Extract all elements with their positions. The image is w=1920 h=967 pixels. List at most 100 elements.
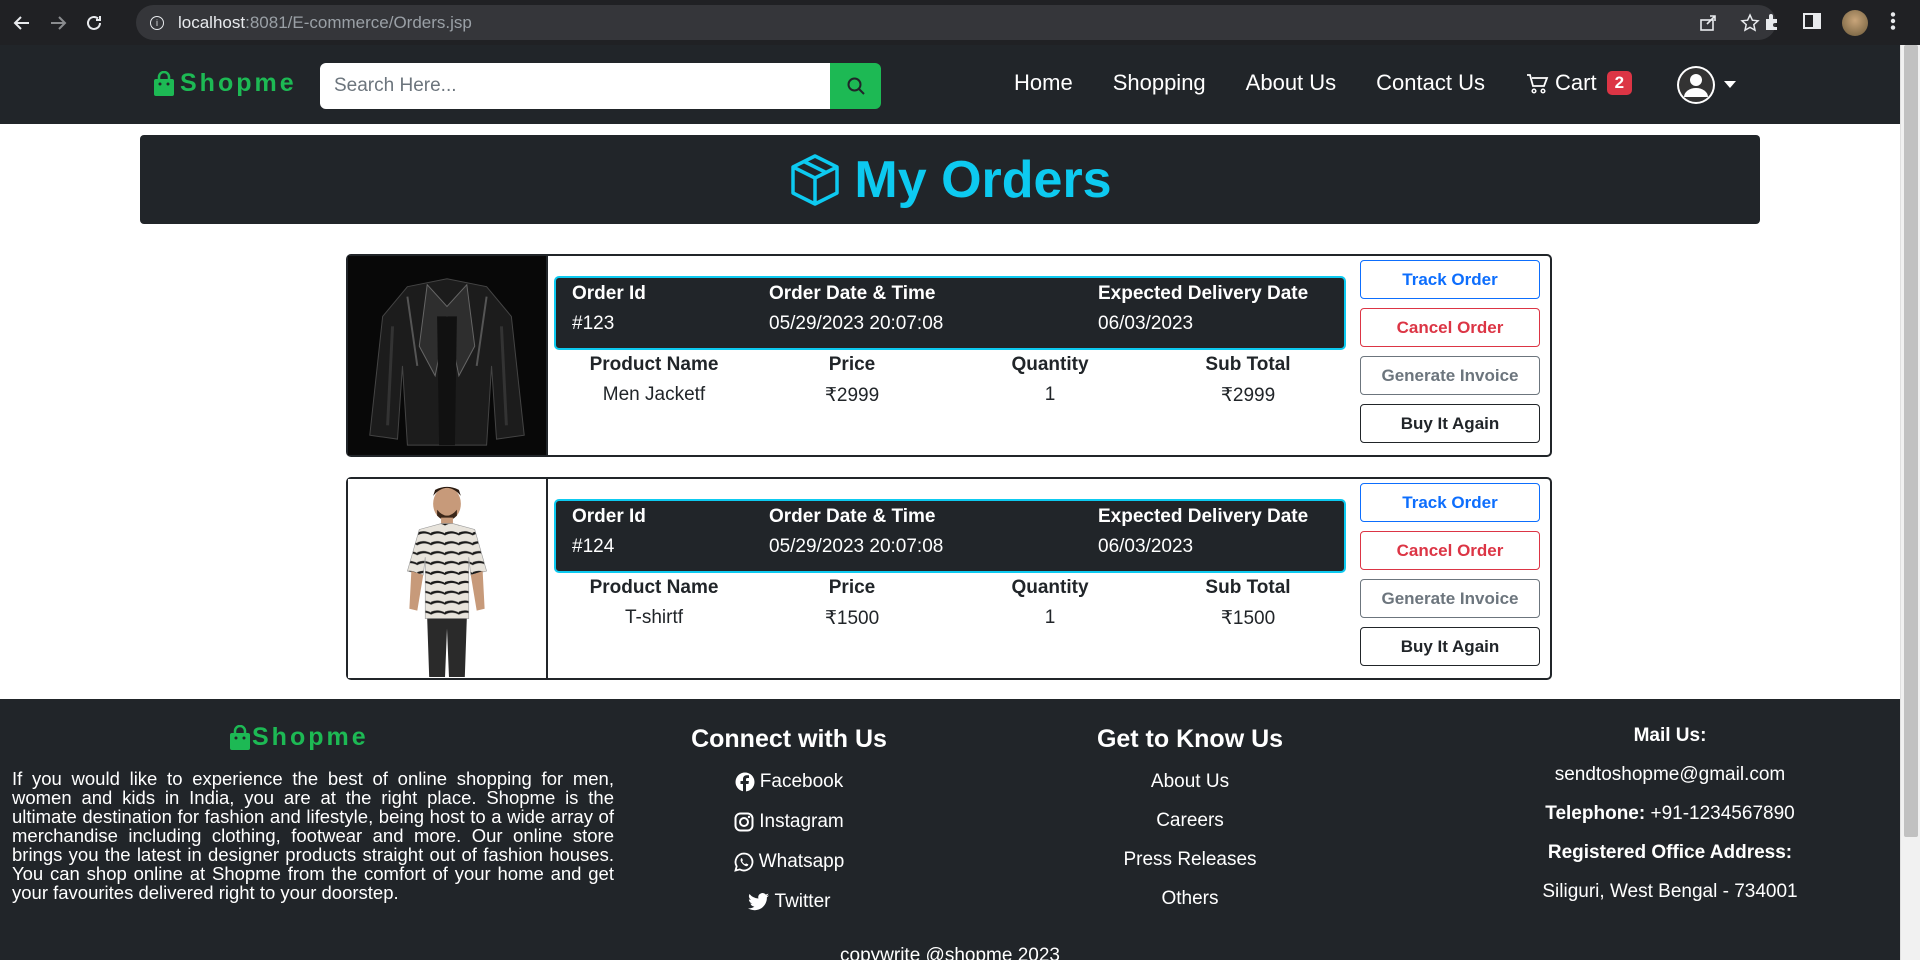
nav-contact-us[interactable]: Contact Us [1376,70,1485,96]
facebook-icon [735,772,755,792]
footer-press-link[interactable]: Press Releases [1070,840,1310,879]
product-image[interactable] [348,479,548,678]
subtotal-value: ₹2999 [1220,385,1276,406]
telephone-row: Telephone: +91-1234567890 [1480,799,1860,838]
generate-invoice-button[interactable]: Generate Invoice [1360,579,1540,618]
forward-icon[interactable] [44,9,72,37]
whatsapp-label: Whatsapp [758,851,845,872]
connect-heading: Connect with Us [691,725,887,753]
footer-about-text: If you would like to experience the best… [12,768,614,903]
order-id-label: Order Id [572,506,646,527]
twitter-icon [747,893,769,911]
telephone-value: +91-1234567890 [1650,803,1795,824]
product-image[interactable] [348,256,548,455]
buy-again-button[interactable]: Buy It Again [1360,627,1540,666]
mail-value[interactable]: sendtoshopme@gmail.com [1480,760,1860,799]
office-label: Registered Office Address: [1547,842,1793,863]
generate-invoice-button[interactable]: Generate Invoice [1360,356,1540,395]
share-icon[interactable] [1698,13,1718,33]
order-id-value: #123 [572,313,615,334]
search-icon [847,77,865,95]
order-actions: Track Order Cancel Order Generate Invoic… [1360,483,1540,675]
subtotal-label: Sub Total [1205,577,1291,598]
product-name-label: Product Name [589,577,719,598]
footer-careers-link[interactable]: Careers [1070,801,1310,840]
order-card: Order Id #124 Order Date & Time 05/29/20… [346,477,1552,680]
shopping-bag-icon [154,70,174,96]
order-actions: Track Order Cancel Order Generate Invoic… [1360,260,1540,452]
office-value: Siliguri, West Bengal - 734001 [1542,881,1798,902]
footer-connect: Connect with Us Facebook Instagram Whats… [664,725,914,922]
order-summary: Order Id #124 Order Date & Time 05/29/20… [554,499,1346,573]
leather-jacket-image [348,256,546,455]
quantity-value: 1 [1044,384,1056,405]
order-card: Order Id #123 Order Date & Time 05/29/20… [346,254,1552,457]
nav-home[interactable]: Home [1014,70,1073,96]
profile-avatar[interactable] [1842,10,1868,36]
address-bar[interactable]: i localhost:8081/E-commerce/Orders.jsp [136,5,1776,40]
price-value: ₹2999 [824,385,880,406]
facebook-label: Facebook [759,771,844,792]
nav-cart[interactable]: Cart 2 [1525,70,1633,96]
price-label: Price [828,577,876,598]
search-bar [320,63,881,109]
whatsapp-link[interactable]: Whatsapp [664,842,914,882]
quantity-label: Quantity [1011,577,1089,598]
caret-down-icon [1724,81,1736,88]
side-panel-icon[interactable] [1802,10,1822,32]
search-button[interactable] [830,63,881,109]
footer-contact: Mail Us: sendtoshopme@gmail.com Telephon… [1480,721,1860,916]
extensions-icon[interactable] [1762,10,1782,32]
footer-brand-name: Shopme [252,723,369,751]
order-date-label: Order Date & Time [769,283,936,304]
search-input[interactable] [320,63,830,109]
reload-icon[interactable] [80,9,108,37]
site-navbar: Shopme Home Shopping About Us Contact Us… [0,45,1900,124]
copyright-text: copywrite @shopme 2023 [840,945,1060,966]
facebook-link[interactable]: Facebook [664,762,914,802]
back-icon[interactable] [8,9,36,37]
page-title: My Orders [854,150,1112,209]
page-header: My Orders [140,135,1760,224]
track-order-button[interactable]: Track Order [1360,483,1540,522]
footer-about-link[interactable]: About Us [1070,762,1310,801]
subtotal-label: Sub Total [1205,354,1291,375]
shopping-bag-icon [230,724,250,750]
mail-label: Mail Us: [1633,725,1707,746]
site-footer: Shopme If you would like to experience t… [0,699,1900,966]
buy-again-button[interactable]: Buy It Again [1360,404,1540,443]
footer-brand[interactable]: Shopme [228,723,369,752]
site-info-icon[interactable]: i [150,15,164,30]
product-name-label: Product Name [589,354,719,375]
brand-logo[interactable]: Shopme [152,69,297,98]
page-scrollbar[interactable] [1900,45,1920,960]
footer-others-link[interactable]: Others [1070,879,1310,918]
user-menu[interactable] [1676,65,1736,105]
nav-about-us[interactable]: About Us [1246,70,1337,96]
user-avatar-icon [1677,66,1715,104]
whatsapp-icon [733,852,754,872]
cart-label: Cart [1555,70,1597,95]
quantity-value: 1 [1044,607,1056,628]
order-id-label: Order Id [572,283,646,304]
product-name-value: T-shirtf [624,607,684,628]
price-label: Price [828,354,876,375]
delivery-date-value: 06/03/2023 [1098,313,1194,334]
instagram-link[interactable]: Instagram [664,802,914,842]
nav-shopping[interactable]: Shopping [1113,70,1206,96]
telephone-label: Telephone: [1545,803,1646,824]
bookmark-star-icon[interactable] [1740,13,1760,33]
more-menu-icon[interactable] [1888,10,1898,32]
subtotal-value: ₹1500 [1220,608,1276,629]
cancel-order-button[interactable]: Cancel Order [1360,531,1540,570]
scrollbar-thumb[interactable] [1904,45,1918,837]
cancel-order-button[interactable]: Cancel Order [1360,308,1540,347]
delivery-date-value: 06/03/2023 [1098,536,1194,557]
main-menu: Home Shopping About Us Contact Us Cart 2 [1014,70,1672,96]
delivery-date-label: Expected Delivery Date [1098,506,1309,527]
instagram-icon [734,812,754,832]
order-id-value: #124 [572,536,615,557]
track-order-button[interactable]: Track Order [1360,260,1540,299]
url-text: localhost:8081/E-commerce/Orders.jsp [178,12,472,32]
twitter-link[interactable]: Twitter [664,882,914,922]
